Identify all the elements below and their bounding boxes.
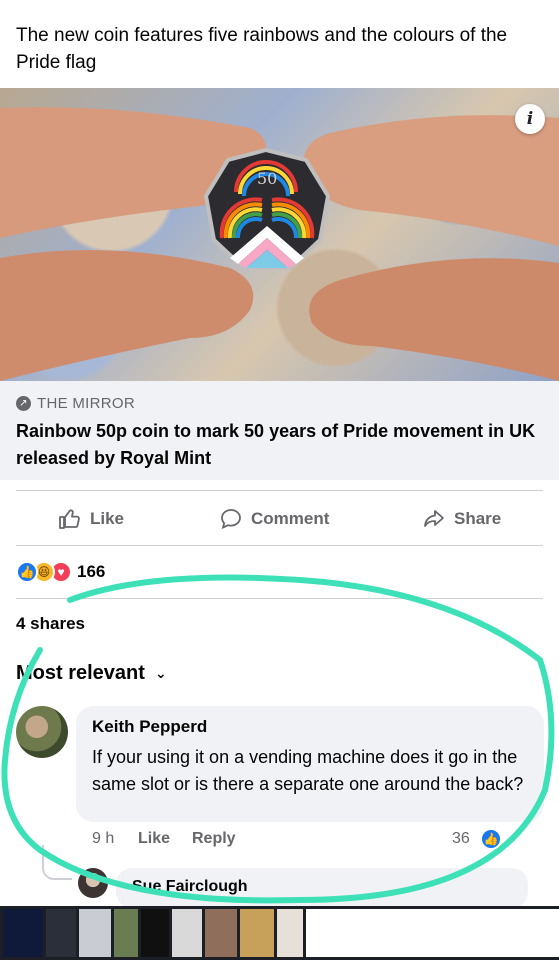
divider — [16, 545, 543, 546]
chevron-down-icon: ⌄ — [154, 665, 167, 681]
app-thumbnail[interactable] — [79, 909, 111, 957]
app-thumbnail[interactable] — [46, 909, 76, 957]
comment-footer: 9 h Like Reply 36 👍 😆 ♥ — [92, 828, 552, 852]
app-thumbnail[interactable] — [3, 909, 43, 957]
share-icon — [424, 510, 444, 527]
shares-count[interactable]: 4 shares — [16, 614, 85, 634]
comment-reaction-count: 36 — [452, 830, 470, 847]
post-text: The new coin features five rainbows and … — [16, 25, 508, 73]
reply-bubble: Sue Fairclough — [116, 868, 528, 908]
like-button[interactable]: Like — [58, 496, 124, 542]
comment-button[interactable]: Comment — [219, 496, 329, 542]
thumbs-up-icon — [59, 509, 80, 529]
comment-author[interactable]: Keith Pepperd — [92, 716, 528, 738]
app-thumbnail[interactable] — [240, 909, 274, 957]
app-thumbnail[interactable] — [306, 909, 559, 957]
reply-author[interactable]: Sue Fairclough — [132, 878, 512, 896]
link-source-label: THE MIRROR — [37, 395, 135, 412]
comment-text: If your using it on a vending machine do… — [92, 747, 524, 794]
comment-reply-button[interactable]: Reply — [192, 830, 236, 848]
app-thumbnail[interactable] — [114, 909, 138, 957]
link-preview-image[interactable]: 50 i — [0, 88, 559, 381]
comment-timestamp[interactable]: 9 h — [92, 830, 114, 848]
sort-label: Most relevant — [16, 662, 145, 684]
reply-thread-line — [42, 845, 72, 880]
comment-icon — [221, 509, 241, 530]
link-title[interactable]: Rainbow 50p coin to mark 50 years of Pri… — [16, 418, 546, 472]
link-source: ↗ THE MIRROR — [16, 395, 135, 412]
app-thumbnail[interactable] — [277, 909, 303, 957]
link-preview-card[interactable]: 50 i ↗ THE MIRROR Rainbow 50p coin to ma… — [0, 88, 559, 480]
like-reaction-icon: 👍 — [480, 828, 502, 850]
svg-text:50: 50 — [257, 169, 277, 188]
share-label: Share — [454, 509, 502, 528]
divider — [16, 490, 543, 491]
share-button[interactable]: Share — [422, 496, 501, 542]
app-thumbnail[interactable] — [172, 909, 202, 957]
post-action-bar: Like Comment Share — [0, 496, 559, 542]
comment-like-button[interactable]: Like — [138, 830, 170, 848]
like-label: Like — [90, 509, 125, 528]
app-switcher-strip — [0, 906, 559, 960]
comment-sort-dropdown[interactable]: Most relevant ⌄ — [16, 662, 167, 685]
app-thumbnail[interactable] — [141, 909, 169, 957]
link-icon: ↗ — [16, 396, 31, 411]
comment-bubble: Keith Pepperd If your using it on a vend… — [76, 706, 544, 822]
avatar[interactable] — [16, 706, 68, 758]
like-reaction-icon: 👍 — [16, 561, 38, 583]
info-icon[interactable]: i — [515, 104, 545, 134]
avatar[interactable] — [78, 868, 108, 898]
divider — [16, 598, 543, 599]
reactions-summary[interactable]: 👍 😆 ♥ 166 — [16, 560, 105, 584]
reaction-count: 166 — [77, 562, 106, 581]
app-thumbnail[interactable] — [205, 909, 237, 957]
coin-photo: 50 — [0, 107, 559, 381]
comment-label: Comment — [251, 509, 330, 528]
